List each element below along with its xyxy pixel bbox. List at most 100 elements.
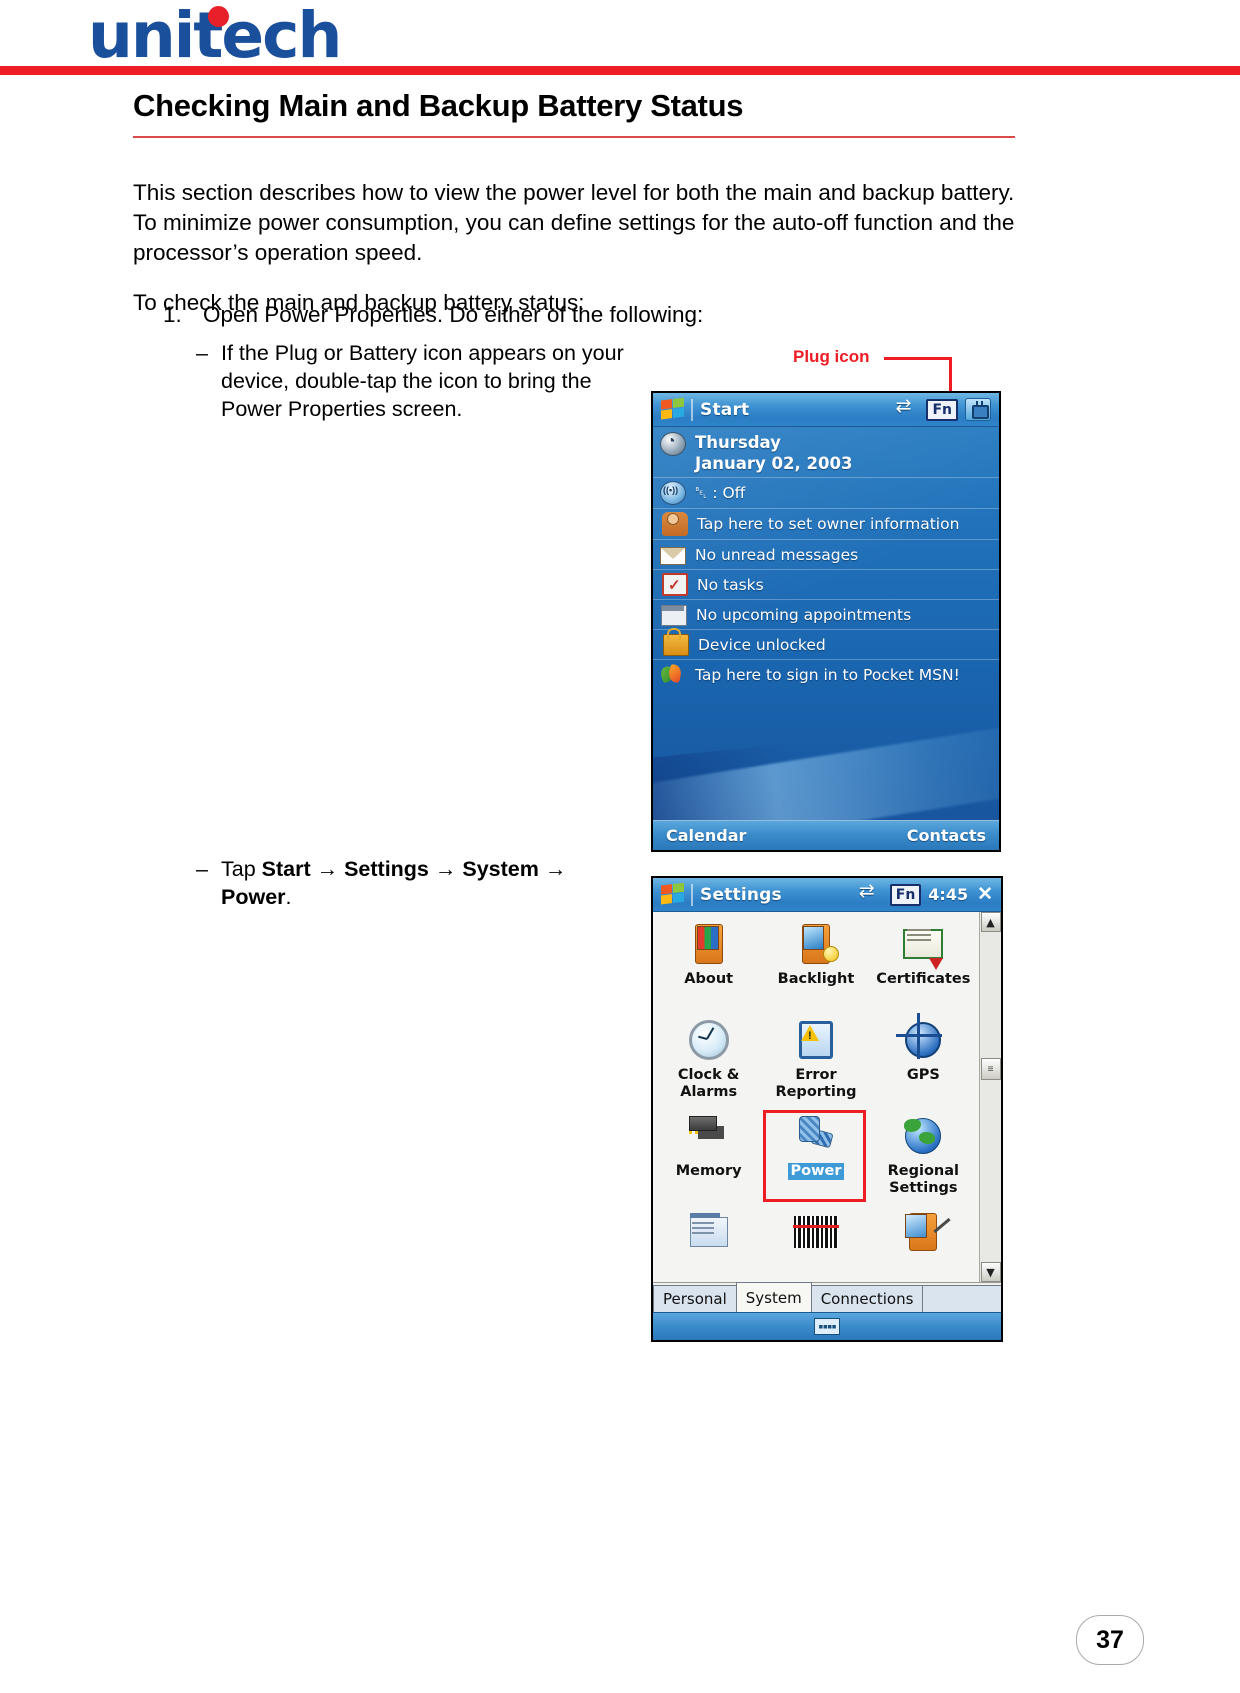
regional-settings-icon [905,1118,942,1154]
fn-key-icon[interactable]: Fn [889,883,922,906]
today-row-date[interactable]: Thursday January 02, 2003 [653,427,999,478]
settings-label-certificates: Certificates [876,971,971,987]
today-owner-label: Tap here to set owner information [697,515,960,533]
settings-item-backlight[interactable]: Backlight [762,918,869,1014]
pda-today-screenshot: Start Fn Thursday January 02, 2003 ␇ : O… [651,391,1001,852]
plug-icon-callout-label: Plug icon [793,347,870,366]
softkey-calendar[interactable]: Calendar [666,826,746,845]
today-row-owner[interactable]: Tap here to set owner information [653,509,999,540]
settings-item-error-reporting[interactable]: Error Reporting [762,1014,869,1110]
settings-content-area: About Backlight Certificates Clock & Ala… [653,912,1001,1282]
scrollbar-thumb[interactable]: ≡ [980,1058,1001,1080]
lock-open-icon [663,628,689,656]
clock-label-line2: Alarms [680,1084,738,1100]
today-row-messages[interactable]: No unread messages [653,540,999,570]
clock-time[interactable]: 4:45 [928,885,968,904]
backlight-icon [801,924,830,964]
dash-bullet-list: – If the Plug or Battery icon appears on… [196,339,626,423]
error-reporting-icon [798,1021,833,1059]
settings-item-power[interactable]: Power [762,1110,869,1206]
today-row-bluetooth[interactable]: ␇ : Off [653,478,999,509]
screen-icon [909,1213,938,1251]
today-day-name: Thursday [695,433,781,452]
today-row-appointments[interactable]: No upcoming appointments [653,600,999,630]
dash-bullet-1: – If the Plug or Battery icon appears on… [196,339,626,423]
today-msn-label: Tap here to sign in to Pocket MSN! [695,666,960,684]
settings-label-backlight: Backlight [777,971,855,987]
page-title: Checking Main and Backup Battery Status [133,88,744,123]
today-row-device-lock[interactable]: Device unlocked [653,628,999,660]
today-bluetooth-label: ␇ : Off [695,483,746,502]
windows-flag-icon[interactable] [661,882,686,907]
regional-label-line1: Regional [887,1163,960,1179]
start-menu-label[interactable]: Start [700,400,749,420]
titlebar-divider [691,883,693,906]
about-device-icon [694,924,723,964]
numbered-step-1: 1. Open Power Properties. Do either of t… [163,300,1023,330]
close-icon[interactable]: ✕ [975,885,993,904]
tab-system[interactable]: System [735,1282,812,1312]
arrow-2: → [428,857,463,881]
settings-item-about[interactable]: About [655,918,762,1014]
softkey-contacts[interactable]: Contacts [907,826,986,845]
barcode-scanner-icon [793,1216,838,1248]
dash-bullet-2: – Tap Start → Settings → System → Power. [196,855,626,911]
page-number: 37 [1096,1625,1124,1654]
settings-item-certificates[interactable]: Certificates [870,918,977,1014]
keyboard-icon[interactable]: ▪▪▪▪ [814,1318,840,1335]
title-underline-rule [133,136,1015,138]
settings-label-power: Power [787,1163,845,1180]
today-device-lock-label: Device unlocked [698,635,826,654]
scroll-up-icon[interactable]: ▲ [980,912,1001,932]
arrow-1: → [310,857,345,881]
error-label-line2: Reporting [775,1084,857,1100]
today-softkey-bar: Calendar Contacts [653,820,999,850]
dash-bullet-1-text: If the Plug or Battery icon appears on y… [221,341,624,421]
settings-icon-grid: About Backlight Certificates Clock & Ala… [653,912,979,1282]
today-titlebar: Start Fn [653,393,999,427]
settings-item-regional-settings[interactable]: Regional Settings [870,1110,977,1206]
intro-paragraph: This section describes how to view the p… [133,180,1015,265]
dash-marker-2: – [196,857,208,881]
today-row-msn[interactable]: Tap here to sign in to Pocket MSN! [653,660,999,690]
settings-label-memory: Memory [675,1163,742,1179]
tab-personal[interactable]: Personal [653,1285,737,1312]
settings-tab-bar: Personal System Connections [653,1282,1001,1312]
step-number: 1. [163,302,182,327]
titlebar-tray: Fn [895,395,994,421]
settings-label-about: About [684,971,734,987]
fn-key-icon[interactable]: Fn [926,398,958,421]
windows-flag-icon[interactable] [661,397,686,422]
pda-settings-screenshot: Settings Fn 4:45 ✕ About Backlight Certi… [651,876,1003,1342]
period: . [285,885,292,909]
plug-icon[interactable] [965,398,991,421]
settings-scrollbar[interactable]: ▲ ≡ ▼ [979,912,1001,1282]
titlebar-divider [691,398,693,421]
scroll-down-icon[interactable]: ▼ [980,1262,1001,1282]
settings-titlebar-tray: Fn 4:45 ✕ [859,880,996,906]
sync-arrows-icon[interactable] [895,395,919,420]
settings-item-clock-alarms[interactable]: Clock & Alarms [655,1014,762,1110]
mail-icon [660,547,686,565]
numbered-step-list: 1. Open Power Properties. Do either of t… [163,300,1023,330]
arrow-3: → [538,857,567,881]
today-date-label: Thursday January 02, 2003 [695,432,852,474]
memory-icon [689,1122,729,1150]
today-messages-label: No unread messages [695,545,859,564]
regional-label-line2: Settings [889,1180,958,1196]
calendar-icon [661,604,687,626]
tasks-icon [662,573,688,596]
tab-connections[interactable]: Connections [810,1285,924,1312]
clock-label-line1: Clock & [677,1067,740,1083]
menu-settings: Settings [344,857,429,881]
today-row-tasks[interactable]: No tasks [653,570,999,600]
today-tasks-label: No tasks [697,575,764,594]
settings-item-gps[interactable]: GPS [870,1014,977,1110]
settings-label-error-reporting: Error Reporting [775,1067,856,1101]
page-number-badge: 37 [1076,1615,1144,1665]
settings-item-memory[interactable]: Memory [655,1110,762,1206]
step-text: Open Power Properties. Do either of the … [203,302,704,327]
clock-icon [660,432,686,456]
sync-arrows-icon[interactable] [859,880,883,905]
tab-overflow[interactable] [922,1285,1001,1312]
